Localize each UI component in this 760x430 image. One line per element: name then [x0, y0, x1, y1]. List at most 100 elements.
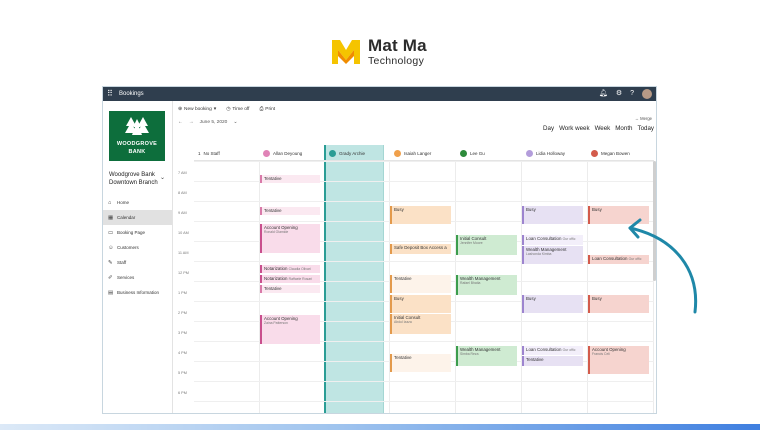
bottom-accent-bar	[0, 424, 760, 430]
time-label: 5 PM	[178, 371, 187, 375]
sidebar-item-label: Booking Page	[117, 230, 146, 235]
hour-line	[194, 401, 654, 402]
appointment-customer: Simba Reza	[460, 352, 479, 357]
date-label[interactable]: June 5, 2020	[200, 120, 228, 125]
time-label: 7 AM	[178, 171, 187, 175]
appointment-location: Our offic	[562, 237, 576, 241]
sidebar-item-home[interactable]: ⌂ Home	[103, 195, 172, 210]
column-header-megan[interactable]: Megan Bowen	[587, 145, 652, 161]
appointment[interactable]: Tentative	[260, 175, 320, 183]
date-navigator: ← → June 5, 2020 ⌄	[178, 120, 237, 125]
view-month[interactable]: Month	[615, 125, 632, 132]
column-header-label: Allan Deyoung	[273, 150, 303, 156]
staff-icon: ✎	[108, 259, 113, 266]
calendar-main: ⊕ New booking ▾ ◷ Time off ⎙ Print ← → June …	[174, 101, 656, 413]
sidebar-item-staff[interactable]: ✎ Staff	[103, 255, 172, 270]
appointment[interactable]: Account Opening Francis Celi	[588, 346, 649, 374]
appointment[interactable]: Tentative	[260, 285, 320, 293]
appointment-title: Account Opening	[592, 347, 626, 352]
appointment[interactable]: Initial Consult Jennifer Moore	[456, 235, 517, 255]
business-name[interactable]: Woodgrove Bank Downtown Branch	[109, 171, 167, 187]
view-work-week[interactable]: Work week	[559, 125, 590, 132]
services-icon: ✐	[108, 274, 113, 281]
time-off-button[interactable]: ◷ Time off	[226, 107, 249, 112]
new-booking-button[interactable]: ⊕ New booking ▾	[178, 107, 216, 112]
view-week[interactable]: Week	[595, 125, 611, 132]
appointment[interactable]: Tentative	[390, 354, 451, 372]
staff-avatar	[526, 149, 533, 157]
appointment[interactable]: Tentative	[260, 207, 320, 215]
appointment-customer: Zaina Patterson	[264, 321, 288, 326]
time-label: 2 PM	[178, 311, 187, 315]
column-header-label: Isaiah Langer	[404, 150, 432, 156]
staff-avatar	[329, 149, 336, 157]
staff-header-row: 1 No Staff Allan Deyoung Grady Archie Is…	[194, 145, 654, 161]
appointment[interactable]: Busy	[390, 206, 451, 224]
column-header-no-staff[interactable]: 1 No Staff	[194, 145, 259, 161]
sidebar-item-calendar[interactable]: ▦ Calendar	[103, 210, 172, 225]
column-header-isaiah[interactable]: Isaiah Langer	[390, 145, 455, 161]
appointment[interactable]: Loan Consultation Our offic	[522, 235, 583, 245]
curved-arrow-icon	[628, 218, 698, 314]
settings-icon[interactable]: ⚙	[616, 88, 622, 100]
arrow-right-icon[interactable]: →	[189, 120, 194, 125]
time-label: 12 PM	[178, 271, 189, 275]
column-header-lidia[interactable]: Lidia Holloway	[522, 145, 587, 161]
appointment-title: Notarization	[264, 276, 288, 281]
column-header-grady[interactable]: Grady Archie	[325, 145, 390, 161]
sidebar-item-customers[interactable]: ☺ Customers	[103, 240, 172, 255]
appointment[interactable]: Safe Deposit Box Access a	[390, 244, 451, 254]
chevron-down-icon[interactable]: ⌄	[233, 120, 237, 125]
print-button[interactable]: ⎙ Print	[259, 106, 276, 113]
booking-page-icon: ▭	[108, 229, 114, 236]
appointment-customer: Rafael Bhatia	[460, 281, 481, 286]
appointment-customer: Raffaele Rosari	[288, 277, 312, 281]
appointment[interactable]: Wealth Management Rafael Bhatia	[456, 275, 517, 295]
time-label: 10 AM	[178, 231, 189, 235]
view-today[interactable]: Today	[637, 125, 654, 132]
print-label: Print	[265, 106, 276, 112]
time-label: 4 PM	[178, 351, 187, 355]
appointment[interactable]: Wealth Management Lashonda Kimba	[522, 246, 583, 264]
brand-header: Mat Ma Technology	[330, 34, 440, 70]
arrow-left-icon[interactable]: ←	[178, 120, 183, 125]
appointment[interactable]: Notarization Claudia Olivari	[260, 265, 320, 273]
appointment[interactable]: Tentative	[390, 275, 451, 293]
merge-toggle[interactable]: ↔ Merge	[635, 116, 652, 121]
appointment[interactable]: Initial Consult Abdul Izaza	[390, 314, 451, 334]
appointment-customer: Lashonda Kimba	[526, 252, 552, 257]
appointment[interactable]: Tentative	[522, 356, 583, 366]
sidebar-item-booking-page[interactable]: ▭ Booking Page	[103, 225, 172, 240]
app-topbar: ⠿ Bookings 🔔︎ ⚙ ?	[103, 87, 656, 101]
appointment-title: Loan Consultation	[526, 347, 562, 352]
sidebar-item-services[interactable]: ✐ Services	[103, 270, 172, 285]
app-launcher-icon[interactable]: ⠿	[107, 89, 113, 99]
time-label: 6 PM	[178, 391, 187, 395]
appointment[interactable]: Busy	[522, 206, 583, 224]
appointment-location: Our offic	[562, 348, 576, 352]
column-header-allan[interactable]: Allan Deyoung	[259, 145, 324, 161]
help-icon[interactable]: ?	[630, 88, 634, 100]
appointment[interactable]: Account Opening Zaina Patterson	[260, 315, 320, 344]
appointment[interactable]: Loan Consultation Our offic	[522, 346, 583, 355]
column-header-lee[interactable]: Lee Gu	[456, 145, 521, 161]
logo-text-line1: WOODGROVE	[116, 141, 158, 147]
hour-line	[194, 201, 654, 202]
appointment[interactable]: Busy	[522, 295, 583, 313]
appointment[interactable]: Wealth Management Simba Reza	[456, 346, 517, 366]
brand-logo-icon	[332, 40, 360, 64]
sidebar-item-business-info[interactable]: ▤ Business Information	[103, 285, 172, 300]
hour-line	[194, 161, 654, 162]
merge-label: Merge	[640, 116, 652, 121]
bank-logo: WOODGROVE BANK	[109, 111, 165, 161]
avatar[interactable]	[642, 89, 652, 99]
appointment[interactable]: Notarization Raffaele Rosari	[260, 275, 320, 283]
view-day[interactable]: Day	[543, 125, 554, 132]
chevron-down-icon[interactable]: ⌄	[160, 174, 165, 181]
column-header-label: Lidia Holloway	[536, 150, 566, 156]
appointment[interactable]: Account Opening Ronald Olamide	[260, 224, 320, 253]
print-icon: ⎙	[259, 107, 264, 112]
bell-icon[interactable]: 🔔︎	[599, 88, 608, 100]
appointment[interactable]: Busy	[390, 295, 451, 313]
command-bar: ⊕ New booking ▾ ◷ Time off ⎙ Print	[178, 104, 275, 114]
